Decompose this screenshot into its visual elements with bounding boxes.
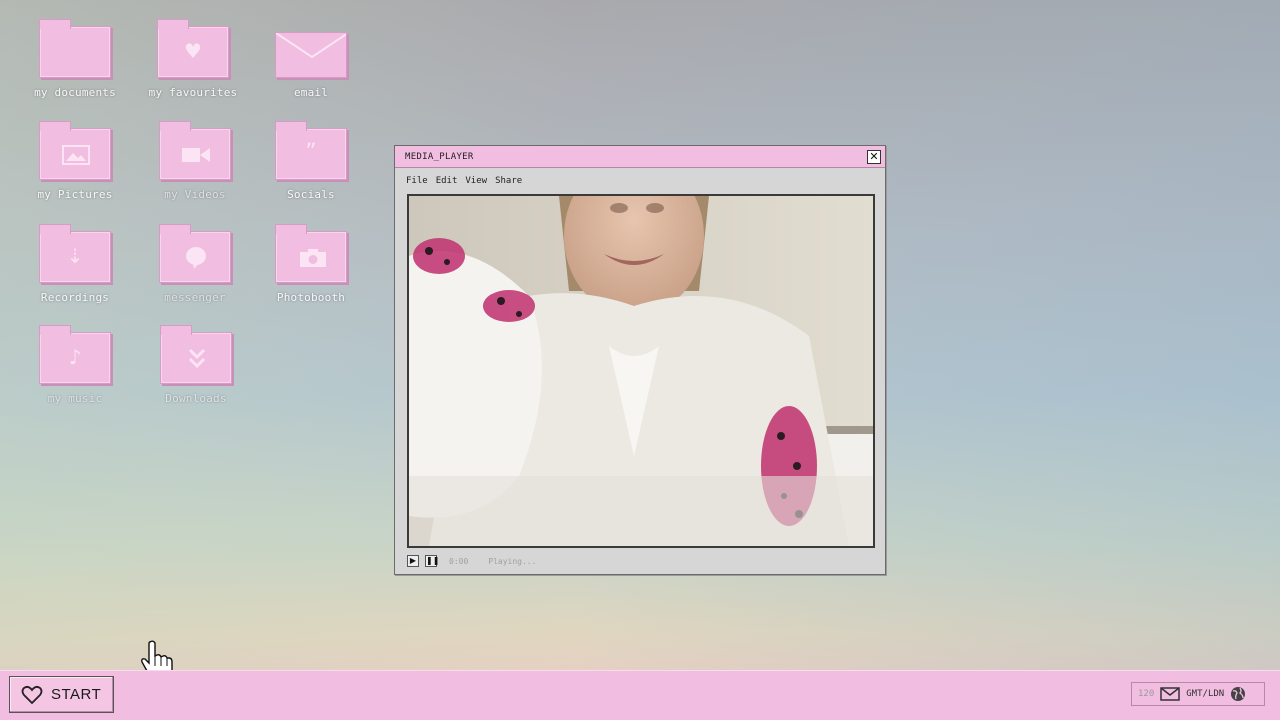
start-label: START (51, 686, 102, 703)
start-button[interactable]: START (9, 676, 114, 713)
video-frame[interactable] (407, 194, 875, 548)
system-tray: 120 GMT/LDN (1131, 682, 1265, 706)
menu-share[interactable]: Share (495, 176, 522, 186)
folder-download-icon: ⇣ (39, 224, 111, 283)
desktop-icon-recordings[interactable]: ⇣ Recordings (20, 224, 130, 304)
close-button[interactable]: ✕ (867, 149, 881, 164)
desktop-icon-label: Recordings (40, 291, 110, 304)
playback-controls: ▶ ❚❚ 0:00 Playing... (407, 554, 536, 568)
pause-icon: ❚❚ (426, 556, 440, 565)
menu-file[interactable]: File (406, 176, 428, 186)
desktop-icon-my-music[interactable]: ♪ my music (20, 325, 130, 405)
desktop-icon-my-documents[interactable]: my documents (20, 19, 130, 99)
desktop-icon-my-videos[interactable]: my Videos (140, 121, 250, 201)
folder-chat-icon (159, 224, 231, 283)
heart-icon (21, 685, 43, 704)
desktop-icon-photobooth[interactable]: Photobooth (256, 224, 366, 304)
folder-music-icon: ♪ (39, 325, 111, 384)
window-titlebar[interactable]: MEDIA_PLAYER ✕ (395, 146, 885, 168)
video-still-image (409, 196, 873, 546)
desktop-icon-label: email (293, 86, 329, 99)
desktop-icon-downloads[interactable]: Downloads (141, 325, 251, 405)
envelope-icon (275, 32, 347, 78)
folder-icon (39, 19, 111, 78)
play-button[interactable]: ▶ (407, 555, 419, 567)
folder-heart-icon: ♥ (157, 19, 229, 78)
window-title: MEDIA_PLAYER (405, 151, 474, 162)
taskbar: START 120 GMT/LDN (0, 670, 1280, 720)
pause-button[interactable]: ❚❚ (425, 555, 440, 567)
desktop-icon-label: my Pictures (37, 188, 113, 201)
desktop-icon-email[interactable]: email (256, 26, 366, 99)
folder-video-icon (159, 121, 231, 180)
media-player-window: MEDIA_PLAYER ✕ File Edit View Share ▶ ❚❚… (394, 145, 886, 575)
folder-image-icon (39, 121, 111, 180)
desktop-icon-label: my documents (34, 86, 116, 99)
menu-edit[interactable]: Edit (436, 176, 458, 186)
desktop-icon-label: Socials (287, 188, 335, 201)
desktop-icon-my-favourites[interactable]: ♥ my favourites (138, 19, 248, 99)
folder-chevrons-icon (160, 325, 232, 384)
desktop-icon-my-pictures[interactable]: my Pictures (20, 121, 130, 201)
desktop-icon-label: my favourites (148, 86, 238, 99)
timezone-label: GMT/LDN (1186, 689, 1225, 699)
globe-icon[interactable] (1230, 686, 1246, 702)
mail-count: 120 (1138, 689, 1155, 699)
play-icon: ▶ (409, 556, 417, 565)
playback-status: Playing... (488, 556, 537, 566)
desktop-icon-label: my music (47, 392, 103, 405)
desktop-icon-label: Downloads (165, 392, 227, 405)
close-icon: ✕ (869, 149, 879, 163)
desktop-icon-label: messenger (164, 291, 226, 304)
mail-icon[interactable] (1160, 687, 1181, 701)
menu-view[interactable]: View (465, 176, 487, 186)
desktop-icon-label: Photobooth (276, 291, 346, 304)
menu-bar: File Edit View Share (395, 168, 885, 194)
folder-camera-icon (275, 224, 347, 283)
desktop-icon-socials[interactable]: ” Socials (256, 121, 366, 201)
folder-quote-icon: ” (275, 121, 347, 180)
desktop-icon-label: my Videos (164, 188, 226, 201)
playback-time: 0:00 (449, 556, 469, 566)
desktop-icon-messenger[interactable]: messenger (140, 224, 250, 304)
